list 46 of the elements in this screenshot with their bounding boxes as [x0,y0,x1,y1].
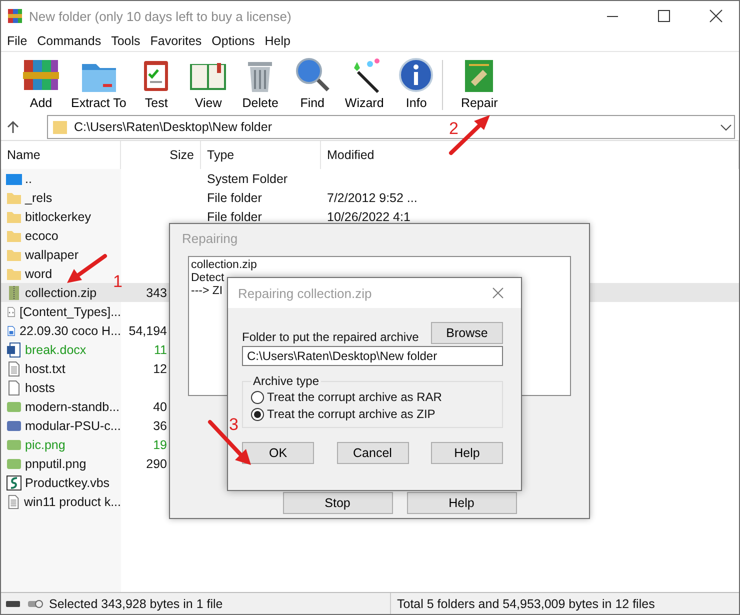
file-modified: 7/2/2012 9:52 ... [326,190,418,204]
file-size: 40 [152,400,168,414]
file-name: modular-PSU-c... [25,418,121,432]
file-name: word [25,266,52,280]
log-line: ---> ZI [191,285,223,298]
file-name: modern-standb... [25,400,120,414]
file-type: File folder [206,210,263,224]
file-size: 36 [152,418,168,432]
file-size: 290 [145,456,168,470]
file-name: pnputil.png [25,456,86,470]
file-name: hosts [25,380,55,394]
dialog-title: Repairing [182,230,238,246]
step-number: 3 [229,415,238,435]
step-number: 1 [113,272,122,292]
window-title: New folder (only 10 days left to buy a license) [29,8,292,24]
dialog-title: Repairing collection.zip [238,286,373,300]
file-size: 12 [152,362,168,376]
log-line: Detect [191,272,224,285]
file-type: File folder [206,190,263,204]
radio-label: Treat the corrupt archive as RAR [267,390,442,404]
radio-label: Treat the corrupt archive as ZIP [267,407,436,421]
file-name: bitlockerkey [25,210,91,224]
file-size: 54,194 [128,324,168,338]
file-name: _rels [25,190,52,204]
file-name: host.txt [25,362,66,376]
file-name: wallpaper [25,248,79,262]
group-label: Archive type [252,374,320,388]
file-name: Productkey.vbs [25,476,110,490]
status-text: Selected 343,928 bytes in 1 file [49,596,223,610]
file-name: .. [25,172,32,186]
file-name: break.docx [25,342,86,356]
file-name: pic.png [25,438,66,452]
file-name: 22.09.30 coco H... [20,324,121,338]
file-name: ecoco [25,228,58,242]
file-modified: 10/26/2022 4:1 [326,210,412,224]
file-size: 343 [145,286,168,300]
step-number: 2 [449,119,458,139]
field-label: Folder to put the repaired archive [242,330,419,344]
file-name: [Content_Types]... [20,304,121,318]
file-name: win11 product k... [24,494,121,508]
file-size: 11 [153,342,168,356]
status-text: Total 5 folders and 54,953,009 bytes in 12 files [397,596,655,610]
file-size: 19 [152,438,168,452]
file-type: System Folder [206,172,289,186]
log-line: collection.zip [191,259,257,272]
file-name: collection.zip [25,286,97,300]
